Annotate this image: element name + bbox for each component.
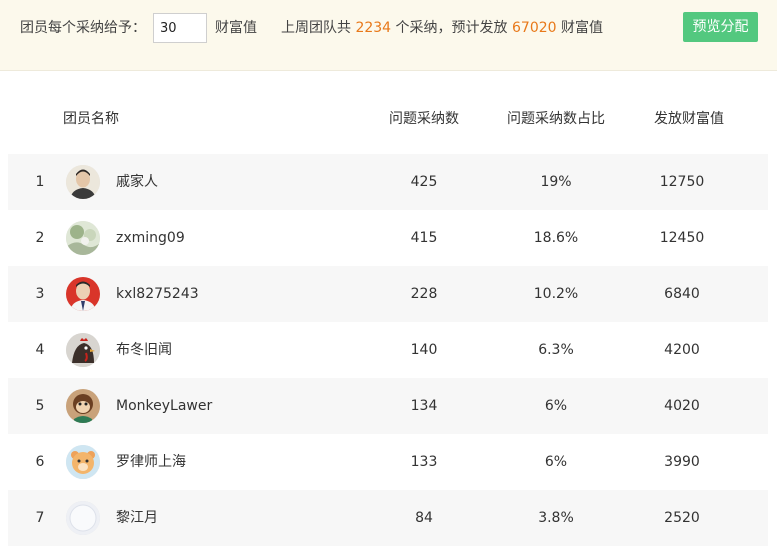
row-rank: 2 — [35, 230, 45, 246]
man-portrait-avatar[interactable] — [66, 165, 100, 199]
per-adoption-quantity-input[interactable] — [153, 13, 207, 43]
adoption-count: 425 — [410, 174, 438, 190]
row-rank: 1 — [35, 174, 45, 190]
adoption-count: 228 — [410, 286, 438, 302]
row-rank: 6 — [35, 454, 45, 470]
row-rank: 5 — [35, 398, 45, 414]
table-row: 5 MonkeyLawer 134 6% 4020 — [8, 378, 768, 434]
rooster-avatar[interactable] — [66, 333, 100, 367]
summary-mid: 个采纳，预计发放 — [395, 20, 508, 36]
row-rank: 4 — [35, 342, 45, 358]
adoption-count: 84 — [415, 510, 433, 526]
header-adoption-ratio: 问题采纳数占比 — [507, 111, 605, 127]
adoption-ratio: 6% — [544, 454, 568, 470]
adoption-ratio: 18.6% — [533, 230, 579, 246]
wealth-total: 67020 — [512, 20, 557, 36]
wealth-value: 4020 — [664, 398, 700, 414]
wealth-value: 12750 — [659, 174, 705, 190]
member-name[interactable]: zxming09 — [116, 228, 185, 248]
member-name[interactable]: MonkeyLawer — [116, 396, 212, 416]
default-user-avatar[interactable] — [66, 501, 100, 535]
member-name[interactable]: 布冬旧闻 — [116, 340, 172, 360]
header-adoption-count: 问题采纳数 — [389, 111, 459, 127]
member-name[interactable]: 黎江月 — [116, 508, 158, 528]
summary-prefix: 上周团队共 — [281, 20, 351, 36]
wealth-value: 4200 — [664, 342, 700, 358]
table-row: 2 zxming09 415 18.6% 12450 — [8, 210, 768, 266]
wealth-value: 12450 — [659, 230, 705, 246]
weekly-summary: 上周团队共 2234 个采纳，预计发放 67020 财富值 — [281, 18, 603, 38]
table-row: 6 罗律师上海 133 6% 3990 — [8, 434, 768, 490]
header-member-name: 团员名称 — [63, 111, 119, 127]
row-rank: 7 — [35, 510, 45, 526]
landscape-avatar[interactable] — [66, 221, 100, 255]
row-rank: 3 — [35, 286, 45, 302]
summary-suffix: 财富值 — [561, 20, 603, 36]
adoption-ratio: 6.3% — [538, 342, 574, 358]
adoption-count: 415 — [410, 230, 438, 246]
adoption-ratio: 3.8% — [538, 510, 574, 526]
cartoon-monkey-avatar[interactable] — [66, 389, 100, 423]
adoption-count: 140 — [410, 342, 438, 358]
preview-distribution-button[interactable]: 预览分配 — [683, 12, 758, 42]
header-wealth-value: 发放财富值 — [654, 111, 724, 127]
table-row: 3 kxl8275243 228 10.2% 6840 — [8, 266, 768, 322]
table-row: 1 戚家人 425 19% 12750 — [8, 154, 768, 210]
adoption-count: 134 — [410, 398, 438, 414]
adoption-ratio: 6% — [544, 398, 568, 414]
member-name[interactable]: 戚家人 — [116, 172, 158, 192]
adoption-total: 2234 — [355, 20, 392, 36]
per-adoption-label: 团员每个采纳给予： — [20, 20, 146, 36]
adoption-count: 133 — [410, 454, 438, 470]
adoption-ratio: 10.2% — [533, 286, 579, 302]
wealth-value: 2520 — [664, 510, 700, 526]
wealth-value: 3990 — [664, 454, 700, 470]
wealth-value: 6840 — [664, 286, 700, 302]
distribution-toolbar: 团员每个采纳给予： 财富值 上周团队共 2234 个采纳，预计发放 67020 … — [0, 0, 777, 71]
member-name[interactable]: kxl8275243 — [116, 284, 199, 304]
cartoon-bear-avatar[interactable] — [66, 445, 100, 479]
adoption-ratio: 19% — [540, 174, 572, 190]
member-name[interactable]: 罗律师上海 — [116, 452, 186, 472]
table-row: 7 黎江月 84 3.8% 2520 — [8, 490, 768, 546]
man-red-background-avatar[interactable] — [66, 277, 100, 311]
table-row: 4 布冬旧闻 140 6.3% 4200 — [8, 322, 768, 378]
wealth-unit-label: 财富值 — [215, 20, 257, 36]
